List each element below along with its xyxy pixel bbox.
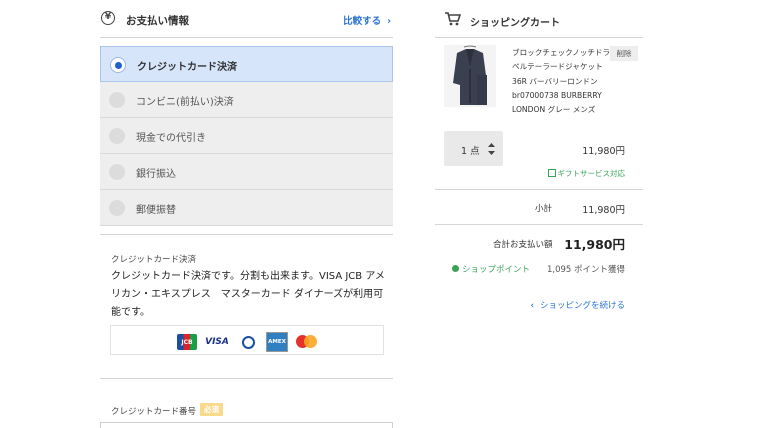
yen-icon: ¥ (101, 11, 115, 25)
jcb-logo-text: JCB (181, 338, 193, 346)
person-icon (452, 265, 459, 272)
total-value: 11,980円 (564, 237, 625, 252)
payment-method-label: コンビニ(前払い)決済 (136, 97, 234, 108)
divider (435, 224, 643, 225)
points-value: 1,095 ポイント獲得 (546, 265, 625, 275)
points-label: ショップポイント (452, 263, 530, 275)
card-number-label: クレジットカード番号 (111, 407, 197, 417)
quantity-select[interactable]: 1 点 (444, 131, 503, 166)
cart-title: ショッピングカート (470, 18, 560, 29)
chevron-right-icon: › (387, 16, 391, 27)
subtotal-label: 小計 (535, 204, 553, 214)
card-number-input[interactable] (100, 422, 393, 428)
compare-link-label[interactable]: 比較する (343, 16, 381, 27)
payment-method-label: クレジットカード決済 (137, 62, 237, 73)
payment-methods: クレジットカード決済 コンビニ(前払い)決済 現金での代引き 銀行振込 郵便振替 (100, 46, 393, 226)
divider (435, 189, 643, 190)
payment-method-label: 郵便振替 (136, 205, 176, 216)
product-image[interactable] (444, 45, 496, 107)
subtotal-value: 11,980円 (582, 205, 625, 216)
cart-icon (445, 12, 461, 26)
gift-service: ギフトサービス対応 (547, 168, 626, 179)
jcb-logo-icon: JCB (177, 334, 197, 350)
card-brands-box: JCB VISA AMEX (110, 325, 384, 355)
product-name[interactable]: ブロックチェックノッチドラベルテーラードジャケット 36R バーバリーロンドン … (512, 46, 612, 117)
payment-panel: ¥ お支払い情報 比較する › クレジットカード決済 コンビニ(前払い)決済 現金… (100, 0, 393, 428)
continue-shopping-link[interactable]: ‹ ショッピングを続ける (530, 299, 625, 311)
gift-icon (547, 169, 556, 177)
payment-method-label: 銀行振込 (136, 169, 176, 180)
radio-button[interactable] (109, 128, 125, 144)
total-label: 合計お支払い額 (493, 240, 553, 250)
payment-header: ¥ お支払い情報 比較する › (100, 0, 393, 38)
diners-logo-icon (237, 334, 259, 350)
item-price: 11,980円 (582, 146, 625, 157)
radio-button[interactable] (110, 57, 126, 73)
divider (100, 378, 393, 379)
payment-method-postal[interactable]: 郵便振替 (100, 190, 393, 226)
visa-logo-icon: VISA (204, 334, 230, 350)
required-badge: 必須 (200, 403, 223, 416)
payment-method-cod[interactable]: 現金での代引き (100, 118, 393, 154)
radio-button[interactable] (109, 200, 125, 216)
payment-method-convenience[interactable]: コンビニ(前払い)決済 (100, 82, 393, 118)
credit-section-title: クレジットカード決済 (111, 255, 197, 265)
payment-title: お支払い情報 (126, 15, 189, 27)
cart-header: ショッピングカート (435, 0, 643, 38)
gift-service-label: ギフトサービス対応 (557, 169, 626, 178)
divider (100, 234, 393, 235)
cart-panel: ショッピングカート ブロックチェックノッチドラベルテーラードジャケット 36R … (435, 0, 643, 428)
mastercard-logo-icon (295, 334, 319, 350)
payment-method-credit[interactable]: クレジットカード決済 (100, 46, 393, 82)
radio-button[interactable] (109, 92, 125, 108)
radio-button[interactable] (109, 164, 125, 180)
compare-link[interactable]: 比較する › (343, 13, 391, 27)
amex-logo-icon: AMEX (266, 332, 288, 352)
quantity-value: 1 点 (461, 146, 480, 157)
payment-method-label: 現金での代引き (136, 133, 206, 144)
continue-shopping-label[interactable]: ショッピングを続ける (540, 301, 625, 311)
credit-section-description: クレジットカード決済です。分割も出来ます。VISA JCB アメリカン・エキスプ… (111, 271, 385, 318)
chevron-left-icon: ‹ (530, 301, 534, 311)
visa-logo-text: VISA (205, 337, 229, 347)
delete-button[interactable]: 削除 (610, 46, 638, 61)
payment-method-bank[interactable]: 銀行振込 (100, 154, 393, 190)
points-label-text: ショップポイント (462, 265, 531, 275)
select-arrows-icon (488, 143, 495, 155)
